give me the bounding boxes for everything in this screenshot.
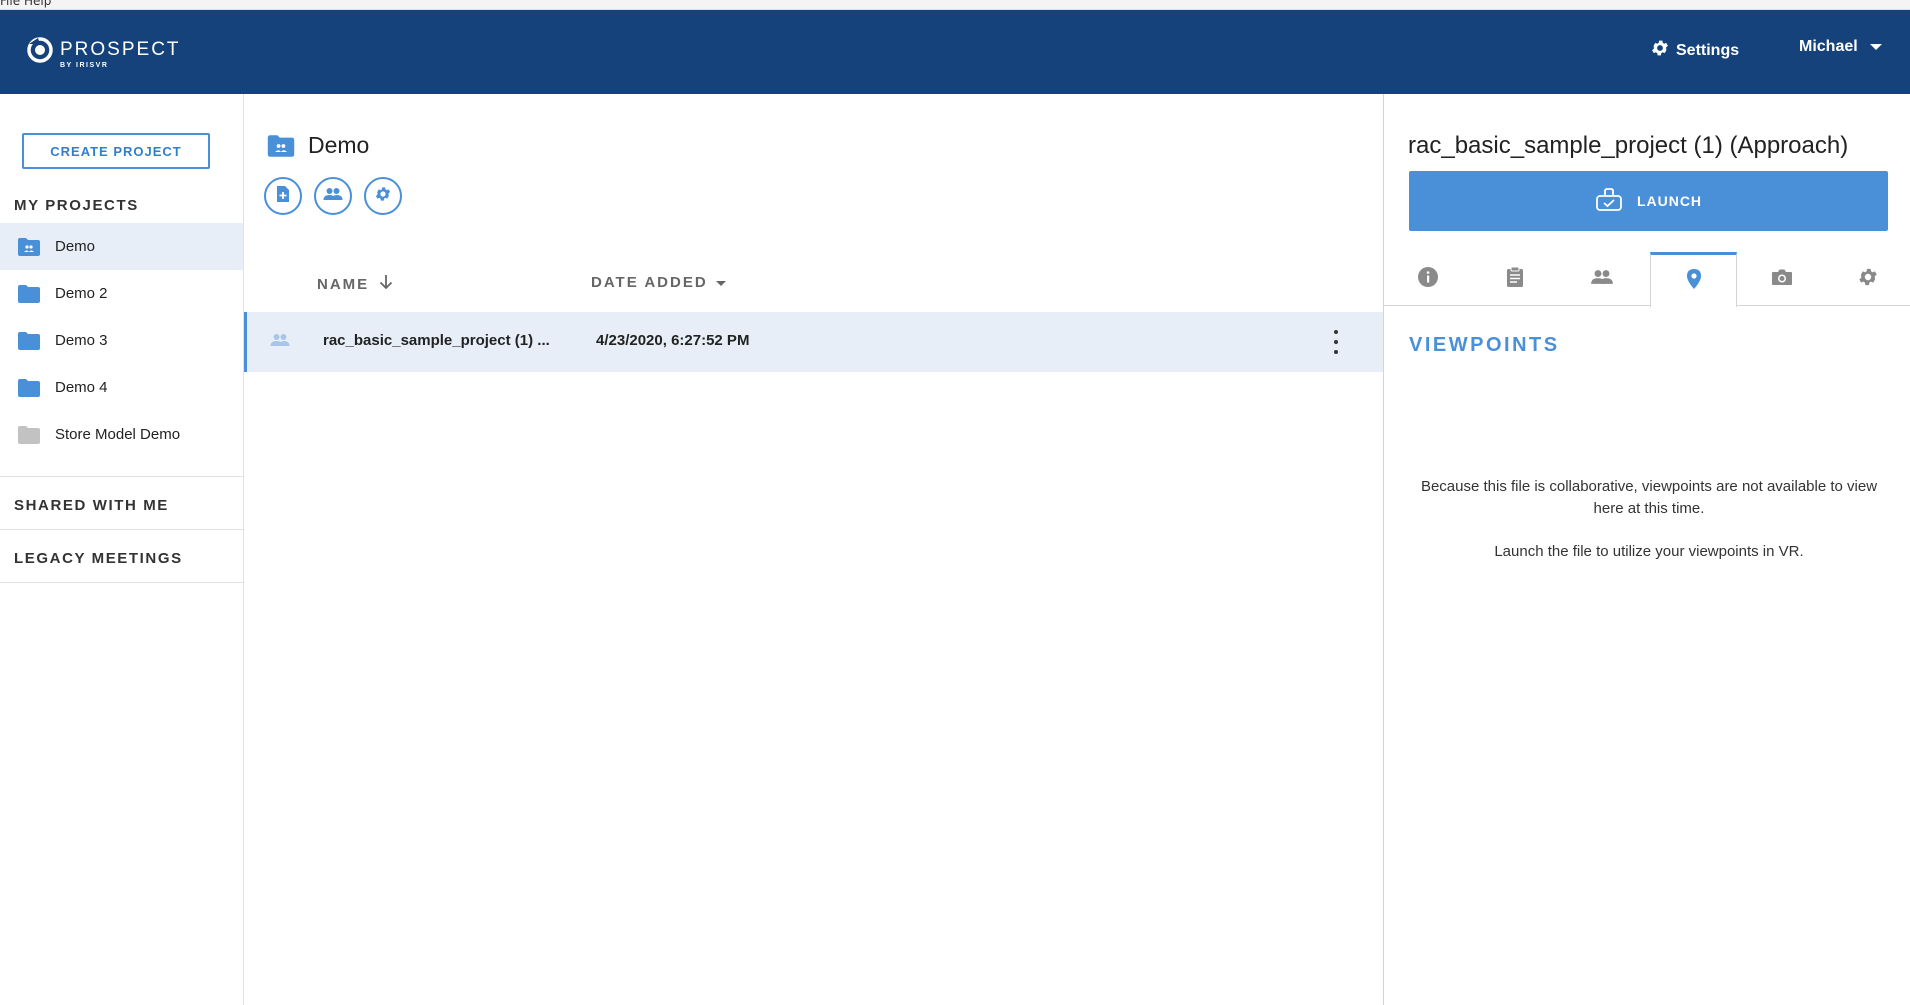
- folder-settings-button[interactable]: [364, 177, 402, 215]
- create-project-button[interactable]: CREATE PROJECT: [22, 133, 210, 169]
- menu-help[interactable]: Help: [24, 0, 51, 8]
- more-options-icon[interactable]: [1330, 330, 1342, 354]
- members-button[interactable]: [314, 177, 352, 215]
- logo-title: PROSPECT: [60, 39, 181, 60]
- file-details-panel: rac_basic_sample_project (1) (Approach) …: [1383, 94, 1910, 1005]
- gear-icon: [374, 185, 392, 208]
- my-projects-heading[interactable]: MY PROJECTS: [14, 197, 139, 214]
- sidebar-item-label: Demo 4: [55, 379, 108, 396]
- sidebar-item-demo-3[interactable]: Demo 3: [0, 317, 243, 364]
- sidebar-item-demo-2[interactable]: Demo 2: [0, 270, 243, 317]
- column-header-date-added[interactable]: DATE ADDED: [591, 274, 726, 291]
- sidebar-item-demo-4[interactable]: Demo 4: [0, 364, 243, 411]
- page-title: Demo: [308, 132, 370, 158]
- viewpoints-heading: VIEWPOINTS: [1409, 334, 1560, 356]
- sidebar-item-store-model-demo[interactable]: Store Model Demo: [0, 411, 243, 458]
- file-date-added: 4/23/2020, 6:27:52 PM: [596, 332, 750, 349]
- sidebar-item-label: Demo 3: [55, 332, 108, 349]
- settings-label: Settings: [1676, 41, 1740, 59]
- menu-file[interactable]: File: [0, 0, 20, 8]
- gear-icon: [1650, 38, 1676, 63]
- notes-icon: [1506, 266, 1524, 293]
- details-tabs: [1384, 252, 1910, 307]
- sidebar-item-label: Demo 2: [55, 285, 108, 302]
- arrow-down-icon: [379, 274, 393, 294]
- prospect-logo-icon: [26, 36, 54, 64]
- tab-notes[interactable]: [1471, 252, 1558, 306]
- folder-icon: [17, 284, 41, 304]
- camera-icon: [1771, 268, 1793, 291]
- launch-button[interactable]: LAUNCH: [1409, 171, 1888, 231]
- top-bar: PROSPECT BY IRISVR Settings Michael: [0, 10, 1910, 94]
- sidebar: CREATE PROJECT MY PROJECTS Demo Demo 2 D…: [0, 94, 244, 1005]
- folder-icon: [17, 331, 41, 351]
- sidebar-item-label: Store Model Demo: [55, 426, 181, 443]
- sidebar-divider: [0, 529, 243, 530]
- tab-viewpoints[interactable]: [1650, 252, 1737, 307]
- logo-subtitle: BY IRISVR: [60, 62, 109, 69]
- viewpoints-launch-hint: Launch the file to utilize your viewpoin…: [1494, 543, 1804, 560]
- folder-icon: [17, 378, 41, 398]
- column-label: DATE ADDED: [591, 274, 708, 291]
- add-file-button[interactable]: [264, 177, 302, 215]
- caret-down-icon: [715, 274, 726, 291]
- people-icon: [1590, 269, 1614, 290]
- file-title: rac_basic_sample_project (1) (Approach): [1408, 132, 1849, 159]
- folder-header: Demo: [266, 132, 369, 159]
- members-icon: [323, 187, 343, 206]
- vr-headset-icon: [1595, 187, 1637, 215]
- gear-icon: [1857, 266, 1879, 293]
- legacy-meetings-heading[interactable]: LEGACY MEETINGS: [14, 550, 183, 567]
- location-pin-icon: [1686, 268, 1702, 295]
- launch-label: LAUNCH: [1636, 193, 1703, 209]
- tab-screenshots[interactable]: [1738, 252, 1825, 306]
- tab-file-settings[interactable]: [1824, 252, 1910, 306]
- chevron-down-icon: [1869, 44, 1882, 50]
- table-row[interactable]: rac_basic_sample_project (1) ... 4/23/20…: [244, 312, 1383, 372]
- sidebar-item-label: Demo: [55, 238, 96, 255]
- app-logo[interactable]: PROSPECT BY IRISVR: [26, 36, 181, 69]
- sidebar-divider: [0, 582, 243, 583]
- shared-with-me-heading[interactable]: SHARED WITH ME: [14, 497, 169, 514]
- settings-button[interactable]: Settings: [1650, 38, 1739, 63]
- window-menubar: File Help: [0, 0, 1910, 10]
- column-header-name[interactable]: NAME: [317, 274, 393, 294]
- tab-info[interactable]: [1384, 252, 1471, 306]
- shared-folder-icon: [266, 134, 296, 158]
- folder-grey-icon: [17, 425, 41, 445]
- tab-collaborators[interactable]: [1558, 252, 1645, 306]
- collaborative-file-icon: [270, 333, 290, 352]
- sidebar-item-demo[interactable]: Demo: [0, 223, 243, 270]
- sidebar-divider: [0, 476, 243, 477]
- viewpoints-unavailable-message: Because this file is collaborative, view…: [1420, 478, 1878, 517]
- shared-folder-icon: [17, 237, 41, 257]
- user-menu[interactable]: Michael: [1799, 38, 1882, 56]
- file-name: rac_basic_sample_project (1) ...: [323, 332, 550, 349]
- column-label: NAME: [317, 275, 370, 293]
- user-name: Michael: [1799, 38, 1858, 55]
- file-list-pane: Demo NAME DATE ADDED rac_basic_sample_pr…: [244, 94, 1383, 1005]
- info-icon: [1417, 266, 1439, 293]
- add-file-icon: [275, 185, 291, 208]
